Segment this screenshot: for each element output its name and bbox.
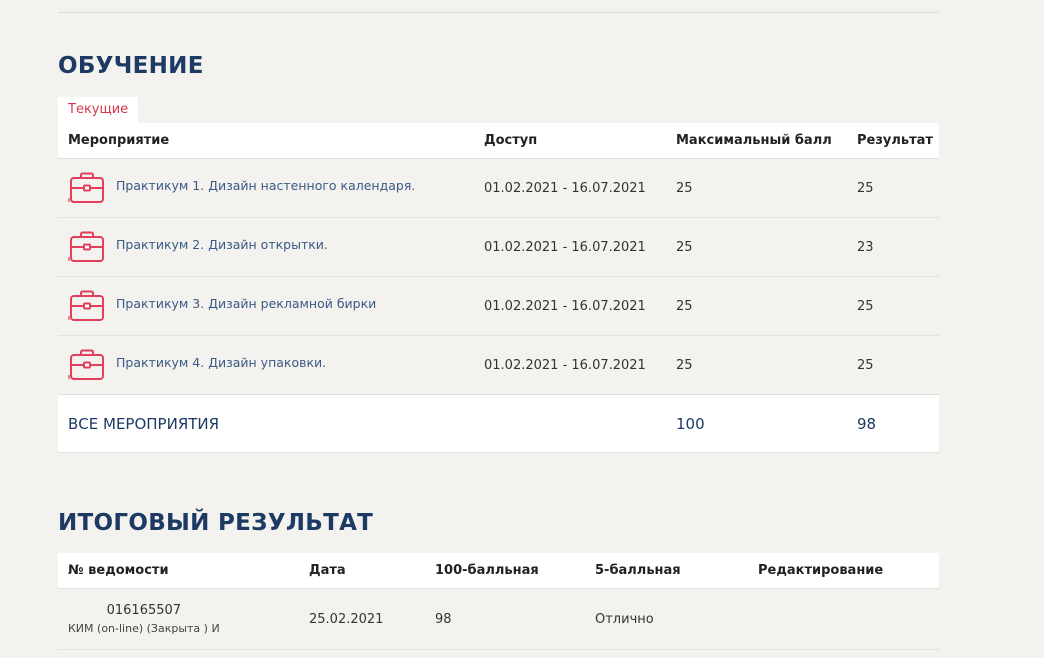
sheet-description: КИМ (on-line) (Закрыта ) И bbox=[68, 622, 220, 635]
max-score: 25 bbox=[676, 180, 693, 196]
max-score: 25 bbox=[676, 298, 693, 314]
final-result-section-title: ИТОГОВЫЙ РЕЗУЛЬТАТ bbox=[58, 510, 374, 536]
training-table: Мероприятие Доступ Максимальный балл Рез… bbox=[58, 123, 939, 453]
sheet-number: 016165507 bbox=[106, 603, 182, 618]
header-date: Дата bbox=[309, 563, 346, 578]
table-row: Практикум 4. Дизайн упаковки. 01.02.2021… bbox=[58, 336, 939, 395]
max-score: 25 bbox=[676, 239, 693, 255]
activity-cell: Практикум 4. Дизайн упаковки. bbox=[68, 336, 326, 394]
briefcase-icon bbox=[68, 349, 104, 380]
result-date: 25.02.2021 bbox=[309, 611, 384, 627]
activity-link[interactable]: Практикум 1. Дизайн настенного календаря… bbox=[116, 178, 415, 193]
header-edit: Редактирование bbox=[758, 563, 884, 578]
total-result: 98 bbox=[857, 414, 877, 433]
score-5: Отлично bbox=[595, 611, 654, 627]
header-score-5: 5-балльная bbox=[595, 563, 681, 578]
activity-cell: Практикум 3. Дизайн рекламной бирки bbox=[68, 277, 376, 335]
result-score: 25 bbox=[857, 298, 874, 314]
header-max-score: Максимальный балл bbox=[676, 133, 832, 148]
briefcase-icon bbox=[68, 231, 104, 262]
table-row: 016165507 КИМ (on-line) (Закрыта ) И 25.… bbox=[58, 589, 939, 650]
table-header: № ведомости Дата 100-балльная 5-балльная… bbox=[58, 553, 939, 589]
briefcase-icon bbox=[68, 290, 104, 321]
access-dates: 01.02.2021 - 16.07.2021 bbox=[484, 357, 646, 373]
access-dates: 01.02.2021 - 16.07.2021 bbox=[484, 180, 646, 196]
table-row: Практикум 3. Дизайн рекламной бирки 01.0… bbox=[58, 277, 939, 336]
page: ОБУЧЕНИЕ Текущие Мероприятие Доступ Макс… bbox=[0, 0, 1044, 658]
result-score: 25 bbox=[857, 357, 874, 373]
header-access: Доступ bbox=[484, 133, 538, 148]
result-score: 25 bbox=[857, 180, 874, 196]
access-dates: 01.02.2021 - 16.07.2021 bbox=[484, 298, 646, 314]
header-score-100: 100-балльная bbox=[435, 563, 539, 578]
table-row: Практикум 1. Дизайн настенного календаря… bbox=[58, 159, 939, 218]
sheet-number-cell: 016165507 КИМ (on-line) (Закрыта ) И bbox=[68, 589, 220, 649]
activity-cell: Практикум 1. Дизайн настенного календаря… bbox=[68, 159, 415, 217]
divider bbox=[58, 12, 939, 13]
total-row: ВСЕ МЕРОПРИЯТИЯ 100 98 bbox=[58, 395, 939, 453]
table-header: Мероприятие Доступ Максимальный балл Рез… bbox=[58, 123, 939, 159]
activity-link[interactable]: Практикум 2. Дизайн открытки. bbox=[116, 237, 328, 252]
result-score: 23 bbox=[857, 239, 874, 255]
max-score: 25 bbox=[676, 357, 693, 373]
access-dates: 01.02.2021 - 16.07.2021 bbox=[484, 239, 646, 255]
activity-cell: Практикум 2. Дизайн открытки. bbox=[68, 218, 328, 276]
tab-current[interactable]: Текущие bbox=[58, 97, 139, 123]
briefcase-icon bbox=[68, 172, 104, 203]
total-max-score: 100 bbox=[676, 414, 705, 433]
training-section-title: ОБУЧЕНИЕ bbox=[58, 53, 204, 79]
table-row: Практикум 2. Дизайн открытки. 01.02.2021… bbox=[58, 218, 939, 277]
activity-link[interactable]: Практикум 3. Дизайн рекламной бирки bbox=[116, 296, 376, 311]
activity-link[interactable]: Практикум 4. Дизайн упаковки. bbox=[116, 355, 326, 370]
total-label: ВСЕ МЕРОПРИЯТИЯ bbox=[68, 414, 220, 433]
header-result: Результат bbox=[857, 133, 933, 148]
score-100: 98 bbox=[435, 611, 452, 627]
final-result-table: № ведомости Дата 100-балльная 5-балльная… bbox=[58, 553, 939, 650]
header-activity: Мероприятие bbox=[68, 133, 170, 148]
header-sheet-number: № ведомости bbox=[68, 563, 169, 578]
